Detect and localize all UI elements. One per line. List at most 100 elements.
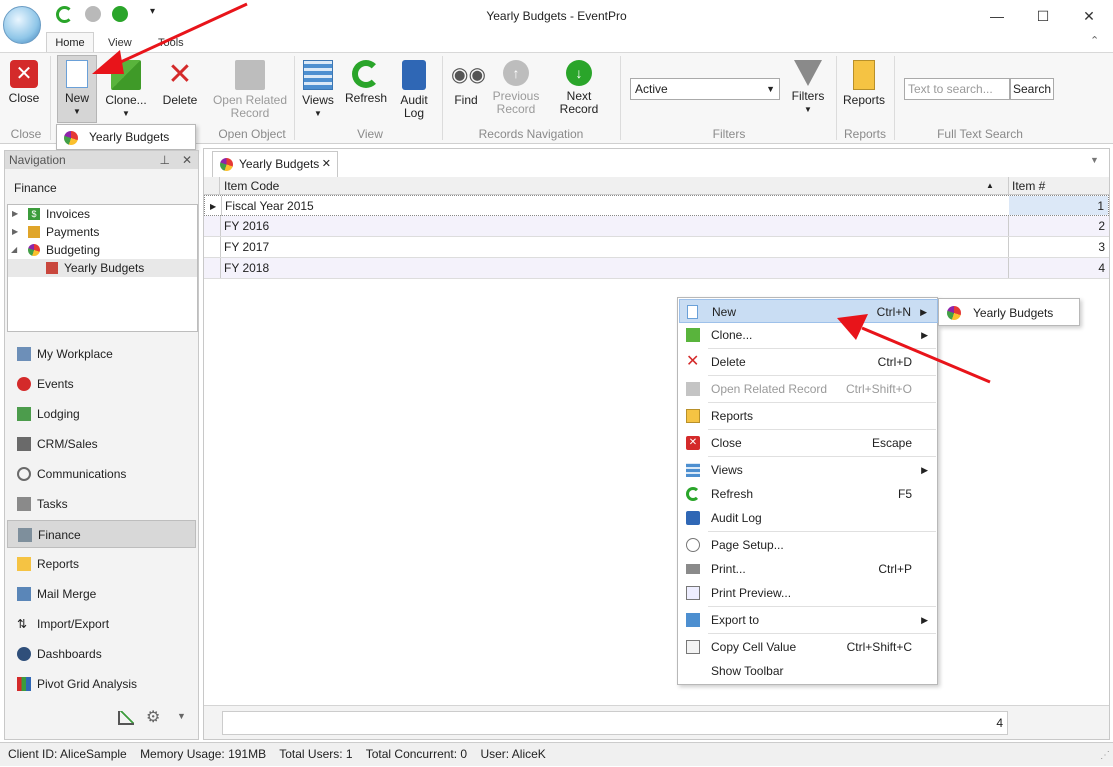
reports-button[interactable]: Reports [842,60,886,107]
audit-log-button[interactable]: Audit Log [396,60,432,120]
nav-tasks[interactable]: Tasks [5,490,198,518]
menu-item-page-setup[interactable]: Page Setup... [679,533,938,557]
chevron-down-icon: ▼ [766,84,775,94]
clipboard-icon [17,497,31,511]
nav-options-chevron-icon[interactable]: ▼ [177,711,186,721]
tree-item-invoices[interactable]: ▶ $ Invoices [8,205,197,223]
close-icon[interactable]: ✕ [182,151,192,169]
printer-icon [686,564,700,574]
mail-merge-icon [17,587,31,601]
dashboard-icon [17,647,31,661]
audit-log-icon [402,60,426,90]
pin-icon[interactable]: ⊥ [160,151,170,169]
menu-item-open-related-record[interactable]: Open Related Record Ctrl+Shift+O [679,377,938,401]
tree-item-payments[interactable]: ▶ Payments [8,223,197,241]
navigation-section-title: Finance [14,181,57,195]
tree-item-yearly-budgets[interactable]: Yearly Budgets [8,259,197,277]
previous-record-button[interactable]: ↑ Previous Record [490,60,542,116]
menu-item-refresh[interactable]: Refresh F5 [679,482,938,506]
table-row[interactable]: FY 2018 4 [204,258,1109,279]
resize-grip-icon[interactable]: ⋰ [1100,745,1110,767]
crm-icon [17,437,31,451]
minimize-button[interactable]: — [986,6,1008,26]
search-button[interactable]: Search [1010,78,1054,100]
column-header-item-code[interactable]: Item Code [224,177,279,195]
chart-icon[interactable] [118,711,134,725]
navigation-header: Navigation ⊥ ✕ [5,151,198,169]
new-button[interactable]: New ▼ [57,55,97,123]
menu-item-copy-cell-value[interactable]: Copy Cell Value Ctrl+Shift+C [679,635,938,659]
menu-item-show-toolbar[interactable]: Show Toolbar [679,659,938,683]
tabs-menu-icon[interactable]: ▼ [1090,155,1099,165]
status-user: User: AliceK [480,747,546,761]
nav-reports[interactable]: Reports [5,550,198,578]
nav-dashboards[interactable]: Dashboards [5,640,198,668]
close-window-button[interactable]: ✕ [1078,6,1100,26]
status-client: Client ID: AliceSample [8,747,127,761]
tree-item-budgeting[interactable]: ◢ Budgeting [8,241,197,259]
nav-crm-sales[interactable]: CRM/Sales [5,430,198,458]
close-tab-icon[interactable]: ✕ [322,152,331,176]
tab-home[interactable]: Home [46,32,94,53]
budgeting-icon [28,244,40,256]
gear-icon[interactable]: ⚙ [146,707,160,727]
menu-item-delete[interactable]: ✕ Delete Ctrl+D [679,350,938,374]
refresh-button[interactable]: Refresh [344,60,388,105]
maximize-button[interactable]: ☐ [1032,6,1054,26]
tab-tools[interactable]: Tools [148,34,194,52]
close-button[interactable]: ✕ Close [4,60,44,105]
window-title: Yearly Budgets - EventPro [486,9,627,23]
views-button[interactable]: Views ▼ [298,60,338,120]
menu-item-print[interactable]: Print... Ctrl+P [679,557,938,581]
nav-my-workplace[interactable]: My Workplace [5,340,198,368]
footer-count-cell: 4 [222,711,1008,735]
data-grid: Item Code ▲ Item # ▶ Fiscal Year 2015 1 … [204,177,1109,279]
nav-finance[interactable]: Finance [7,520,196,548]
menu-item-print-preview[interactable]: Print Preview... [679,581,938,605]
tab-view[interactable]: View [98,34,142,52]
submenu-arrow-icon: ▶ [920,307,927,317]
delete-button[interactable]: ✕ Delete [160,60,200,107]
table-row[interactable]: ▶ Fiscal Year 2015 1 [204,195,1109,216]
nav-mail-merge[interactable]: Mail Merge [5,580,198,608]
nav-import-export[interactable]: ⇅ Import/Export [5,610,198,638]
find-button[interactable]: ◉◉ Find [448,60,486,107]
clone-button[interactable]: Clone... ▼ [103,60,149,120]
table-row[interactable]: FY 2017 3 [204,237,1109,258]
import-export-icon: ⇅ [17,617,28,631]
document-tab-yearly-budgets[interactable]: Yearly Budgets ✕ [212,151,338,177]
context-menu: New Ctrl+N ▶ Clone... ▶ ✕ Delete Ctrl+D … [677,297,938,685]
menu-item-audit-log[interactable]: Audit Log [679,506,938,530]
filter-select[interactable]: Active ▼ [630,78,780,100]
status-memory: Memory Usage: 191MB [140,747,267,761]
column-header-item-number[interactable]: Item # [1012,177,1045,195]
menu-item-reports[interactable]: Reports [679,404,938,428]
nav-pivot-grid-analysis[interactable]: Pivot Grid Analysis [5,670,198,698]
menu-item-new[interactable]: New Ctrl+N ▶ [679,299,938,323]
next-record-button[interactable]: ↓ Next Record [546,60,612,116]
table-row[interactable]: FY 2016 2 [204,216,1109,237]
collapse-ribbon-icon[interactable]: ⌃ [1090,34,1099,47]
new-dropdown-item[interactable]: Yearly Budgets [89,130,169,144]
filters-button[interactable]: Filters ▼ [788,56,828,116]
calculator-icon [18,528,32,542]
submenu-arrow-icon: ▶ [921,465,928,475]
reports-icon [17,557,31,571]
menu-item-close[interactable]: ✕ Close Escape [679,431,938,455]
submenu-item-yearly-budgets[interactable]: Yearly Budgets [973,306,1053,320]
menu-item-views[interactable]: Views ▶ [679,458,938,482]
binoculars-icon: ◉◉ [451,64,486,86]
status-concurrent: Total Concurrent: 0 [365,747,468,761]
page-setup-icon [686,538,700,552]
group-label-filters: Filters [712,127,746,141]
down-arrow-icon: ↓ [566,60,592,86]
refresh-icon [352,60,380,88]
nav-events[interactable]: Events [5,370,198,398]
search-input[interactable]: Text to search... [904,78,1010,100]
open-related-record-button[interactable]: Open Related Record [212,60,288,120]
menu-item-export-to[interactable]: Export to ▶ [679,608,938,632]
yearly-budgets-icon [947,306,961,320]
nav-lodging[interactable]: Lodging [5,400,198,428]
nav-communications[interactable]: Communications [5,460,198,488]
menu-item-clone[interactable]: Clone... ▶ [679,323,938,347]
